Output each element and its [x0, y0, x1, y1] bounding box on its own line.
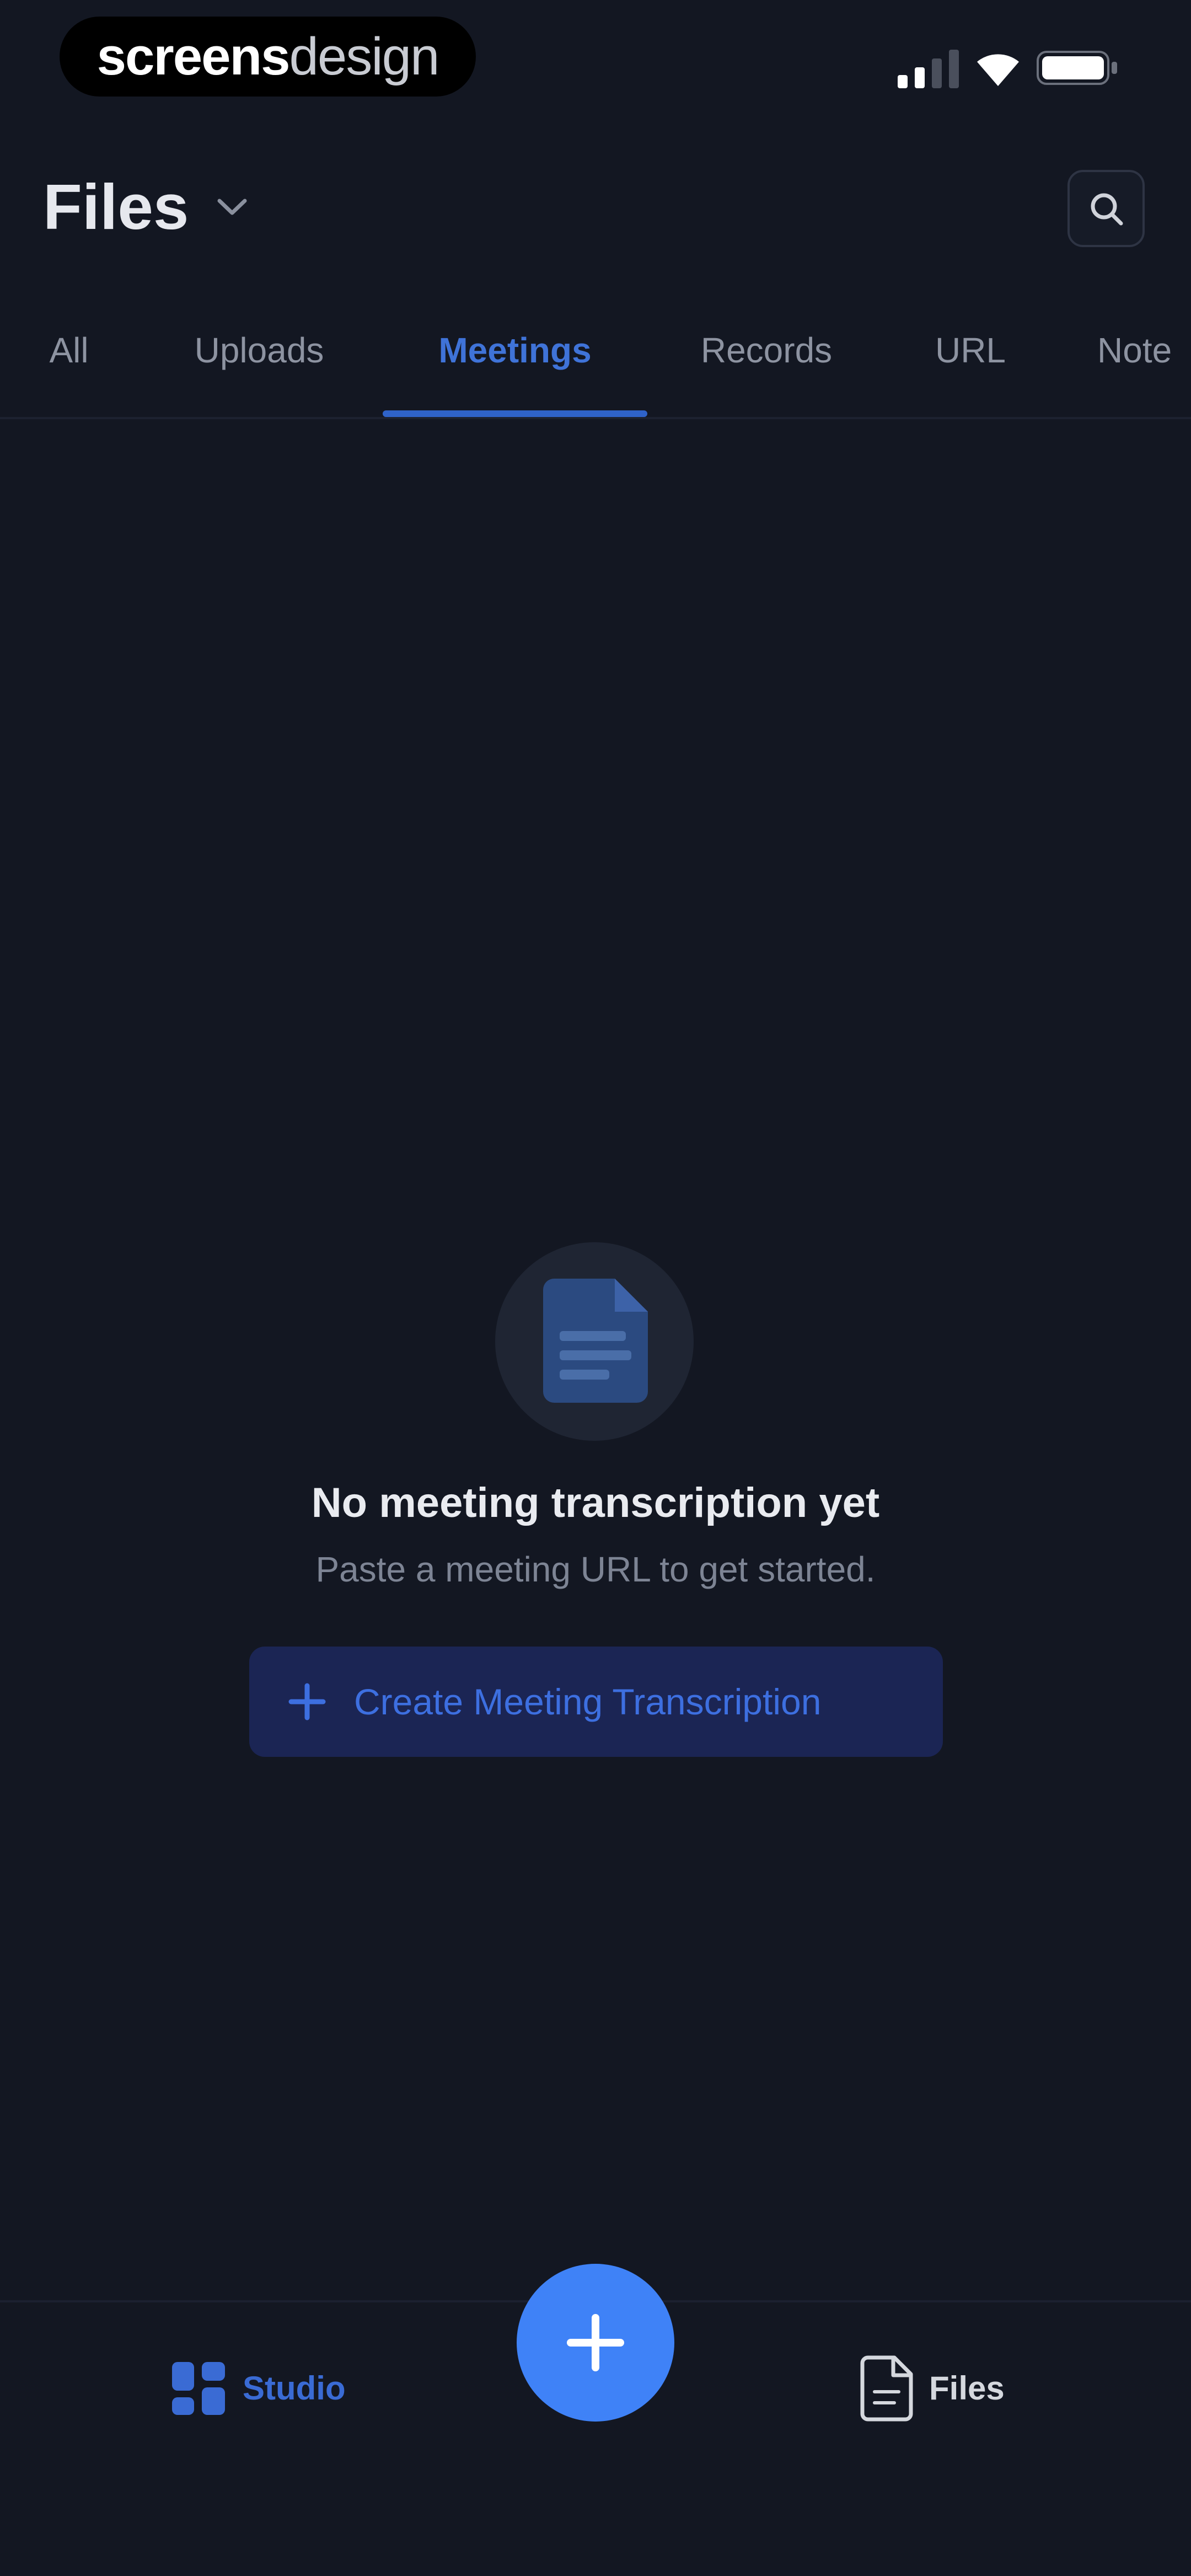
tab-uploads[interactable]: Uploads	[171, 325, 347, 375]
page-title[interactable]: Files	[43, 171, 189, 243]
chevron-down-icon[interactable]	[213, 193, 251, 221]
tabs-divider	[0, 417, 1191, 419]
brand-wordmark: screensdesign	[96, 26, 440, 86]
active-tab-indicator	[383, 410, 647, 417]
brand-light-text: design	[289, 26, 440, 86]
search-icon	[1091, 193, 1123, 226]
empty-state-title: No meeting transcription yet	[311, 1479, 880, 1526]
brand-logo: screensdesign	[60, 17, 476, 97]
tab-note[interactable]: Note	[1097, 325, 1191, 375]
battery-icon	[1037, 51, 1117, 85]
app-root: screensdesign Files All Uploads Meetings…	[0, 0, 1191, 2576]
create-meeting-transcription-button[interactable]: Create Meeting Transcription	[249, 1647, 943, 1757]
file-icon	[860, 2355, 913, 2422]
create-button-label: Create Meeting Transcription	[354, 1681, 822, 1722]
status-bar: screensdesign	[0, 0, 1191, 127]
tab-records[interactable]: Records	[684, 325, 849, 375]
nav-studio-label: Studio	[243, 2370, 346, 2407]
plus-icon	[567, 2314, 624, 2371]
tab-meetings[interactable]: Meetings	[388, 325, 642, 375]
plus-icon	[288, 1683, 326, 1720]
signal-icon	[898, 50, 959, 88]
tab-all[interactable]: All	[39, 325, 99, 375]
brand-strong-text: screens	[96, 26, 291, 86]
empty-state-subtitle: Paste a meeting URL to get started.	[315, 1549, 876, 1589]
nav-files-label: Files	[929, 2370, 1005, 2407]
grid-icon	[172, 2362, 225, 2415]
nav-files[interactable]: Files	[855, 2350, 1053, 2427]
wifi-icon	[977, 54, 1019, 86]
tab-url[interactable]: URL	[915, 325, 1026, 375]
nav-studio[interactable]: Studio	[165, 2350, 375, 2427]
add-button[interactable]	[517, 2264, 674, 2422]
document-icon	[543, 1279, 648, 1403]
search-button[interactable]	[1067, 170, 1145, 247]
